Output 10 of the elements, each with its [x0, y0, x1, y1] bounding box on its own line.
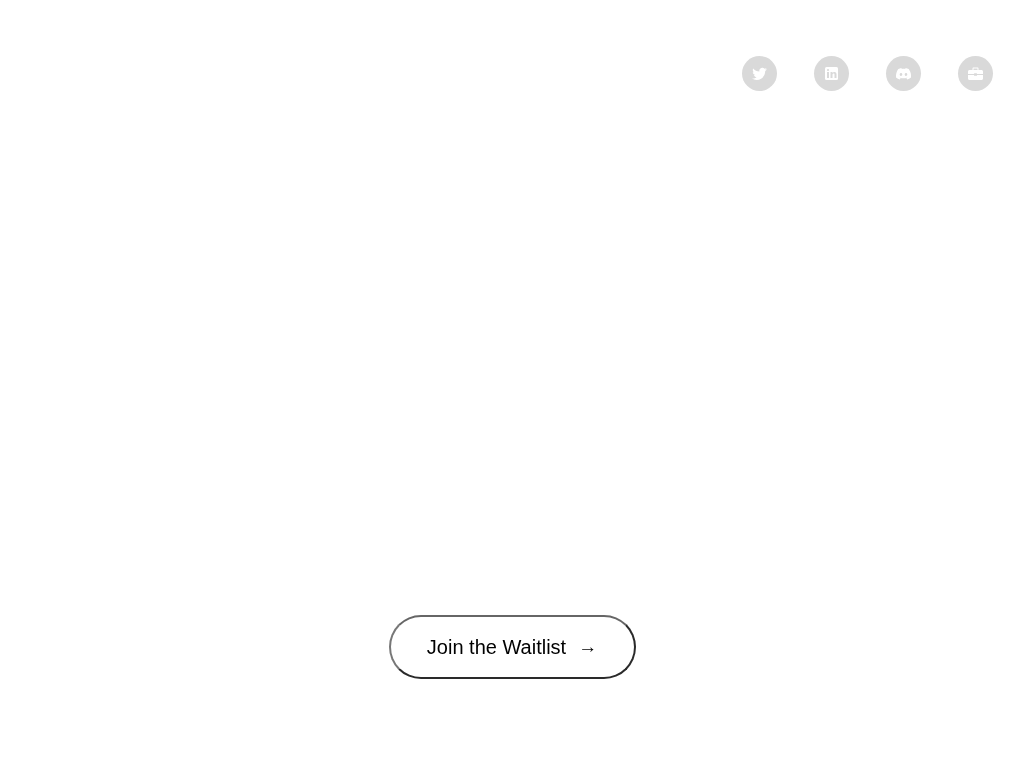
in-icon [824, 66, 839, 81]
bird-icon [752, 66, 767, 81]
social-link[interactable] [886, 56, 921, 91]
social-link[interactable] [742, 56, 777, 91]
social-link[interactable] [814, 56, 849, 91]
briefcase-icon [968, 66, 983, 81]
social-link[interactable] [958, 56, 993, 91]
gamepad-icon [896, 66, 911, 81]
join-waitlist-button[interactable]: Join the Waitlist → [388, 615, 636, 679]
arrow-icon: → [578, 632, 598, 662]
